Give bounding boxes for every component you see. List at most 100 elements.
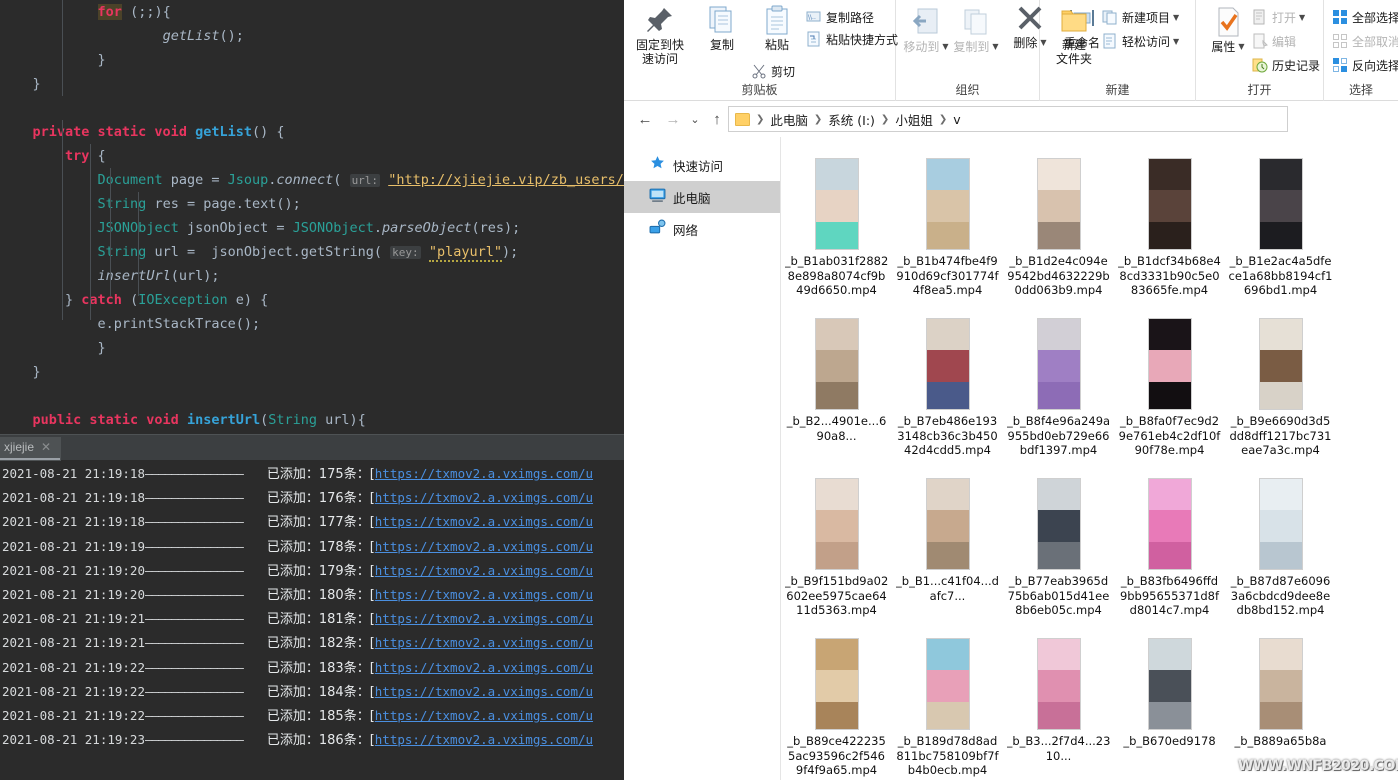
ribbon-button-select-none[interactable]: 全部取消	[1332, 32, 1398, 52]
file-tile[interactable]: _b_B1e2ac4a5dfece1a68bb8194cf1696bd1.mp4	[1225, 154, 1336, 314]
log-url-link[interactable]: https://txmov2.a.vximgs.com/u	[375, 587, 593, 602]
file-tile[interactable]: _b_B83fb6496ffd9bb95655371d8fd8014c7.mp4	[1114, 474, 1225, 634]
file-tile[interactable]: _b_B1dcf34b68e48cd3331b90c5e083665fe.mp4	[1114, 154, 1225, 314]
log-line: 2021-08-21 21:19:21———————————————已添加：18…	[0, 631, 624, 655]
code-token: (url);	[171, 268, 220, 284]
recent-locations-button[interactable]: ⌄	[684, 109, 706, 131]
log-url-link[interactable]: https://txmov2.a.vximgs.com/u	[375, 660, 593, 675]
up-button[interactable]: ↑	[706, 109, 728, 131]
file-tile[interactable]: _b_B189d78d8ad811bc758109bf7fb4b0ecb.mp4	[892, 634, 1003, 780]
explorer-body: 快速访问此电脑网络 _b_B1ab031f28828e898a8074cf9b4…	[624, 137, 1398, 780]
thumbnail-wrapper	[1009, 634, 1109, 730]
ribbon-button-invert-selection[interactable]: 反向选择	[1332, 56, 1398, 76]
log-message: 已添加：175条：[	[267, 467, 375, 482]
code-line: String res = page.text();	[0, 192, 624, 216]
log-url-link[interactable]: https://txmov2.a.vximgs.com/u	[375, 514, 593, 529]
ribbon-group-2: 新建新建文件夹新建项目▼轻松访问▼	[1040, 0, 1196, 101]
file-list-pane[interactable]: _b_B1ab031f28828e898a8074cf9b49d6650.mp4…	[781, 137, 1398, 780]
file-tile[interactable]: _b_B89ce4222355ac93596c2f5469f4f9a65.mp4	[781, 634, 892, 780]
log-url-link[interactable]: https://txmov2.a.vximgs.com/u	[375, 708, 593, 723]
breadcrumb-item[interactable]: 系统 (I:)	[825, 110, 878, 129]
file-name-label: _b_B1ab031f28828e898a8074cf9b49d6650.mp4	[785, 254, 889, 314]
log-url-link[interactable]: https://txmov2.a.vximgs.com/u	[375, 563, 593, 578]
nav-item-2[interactable]: 网络	[624, 213, 780, 245]
log-url-link[interactable]: https://txmov2.a.vximgs.com/u	[375, 611, 593, 626]
log-timestamp: 2021-08-21 21:19:20	[2, 563, 145, 578]
file-tile[interactable]: _b_B9e6690d3d5dd8dff1217bc731eae7a3c.mp4	[1225, 314, 1336, 474]
file-tile[interactable]: _b_B1...c41f04...dafc7...	[892, 474, 1003, 634]
video-thumbnail	[1037, 478, 1081, 570]
ribbon-button-select-all[interactable]: 全部选择	[1332, 8, 1398, 28]
file-tile[interactable]: _b_B1ab031f28828e898a8074cf9b49d6650.mp4	[781, 154, 892, 314]
file-tile[interactable]: _b_B7eb486e1933148cb36c3b45042d4cdd5.mp4	[892, 314, 1003, 474]
ribbon-button-paste-shortcut[interactable]: 粘贴快捷方式	[806, 30, 898, 50]
ribbon-button-move-to[interactable]: 移动到▼	[900, 6, 952, 54]
file-tile[interactable]: _b_B1d2e4c094e9542bd4632229b0dd063b9.mp4	[1003, 154, 1114, 314]
file-tile[interactable]: _b_B1b474fbe4f9910d69cf301774f4f8ea5.mp4	[892, 154, 1003, 314]
file-tile[interactable]: _b_B2...4901e...690a8...	[781, 314, 892, 474]
file-tile[interactable]: _b_B87d87e60963a6cbdcd9dee8edb8bd152.mp4	[1225, 474, 1336, 634]
ribbon-button-paste[interactable]: 粘贴	[751, 4, 803, 52]
log-url-link[interactable]: https://txmov2.a.vximgs.com/u	[375, 684, 593, 699]
ribbon-button-new-item[interactable]: 新建项目▼	[1102, 8, 1179, 28]
ribbon-button-copy-path[interactable]: \\..复制路径	[806, 8, 874, 28]
nav-item-0[interactable]: 快速访问	[624, 149, 780, 181]
console-output[interactable]: 2021-08-21 21:19:18 ——————————————— 已添加：17…	[0, 462, 624, 780]
ribbon-button-open[interactable]: 打开▼	[1252, 8, 1305, 28]
file-name-label: _b_B83fb6496ffd9bb95655371d8fd8014c7.mp4	[1118, 574, 1222, 634]
code-token: ();	[219, 28, 243, 44]
forward-button[interactable]: →	[662, 109, 684, 131]
new-item-icon	[1102, 9, 1118, 25]
log-message: 已添加：178条：[	[267, 540, 375, 555]
ribbon-button-easy-access[interactable]: 轻松访问▼	[1102, 32, 1179, 52]
thumbnail-wrapper	[787, 474, 887, 570]
ribbon-button-new-folder[interactable]: 新建文件夹	[1048, 4, 1100, 66]
nav-item-1[interactable]: 此电脑	[624, 181, 780, 213]
ribbon-button-cut[interactable]: 剪切	[751, 62, 795, 82]
log-message: 已添加：177条：[	[267, 515, 375, 530]
breadcrumb-item[interactable]: v	[950, 112, 963, 127]
log-url-link[interactable]: https://txmov2.a.vximgs.com/u	[375, 635, 593, 650]
file-tile[interactable]: _b_B77eab3965d75b6ab015d41ee8b6eb05c.mp4	[1003, 474, 1114, 634]
breadcrumb-item[interactable]: 小姐姐	[892, 110, 936, 129]
ribbon-button-copy-to[interactable]: 复制到▼	[950, 6, 1002, 54]
file-tile[interactable]: _b_B8f4e96a249a955bd0eb729e66bdf1397.mp4	[1003, 314, 1114, 474]
back-button[interactable]: ←	[634, 109, 656, 131]
ribbon-button-label: 固定到快速访问	[636, 38, 684, 66]
code-token: }	[33, 76, 41, 92]
log-timestamp: 2021-08-21 21:19:21	[2, 635, 145, 650]
log-url-link[interactable]: https://txmov2.a.vximgs.com/u	[375, 466, 593, 481]
file-name-label: _b_B889a65b8a	[1229, 734, 1333, 780]
ribbon-button-copy[interactable]: 复制	[696, 4, 748, 52]
log-url-link[interactable]: https://txmov2.a.vximgs.com/u	[375, 490, 593, 505]
log-timestamp: 2021-08-21 21:19:22	[2, 684, 145, 699]
file-tile[interactable]: _b_B9f151bd9a02602ee5975cae6411d5363.mp4	[781, 474, 892, 634]
file-tile[interactable]: _b_B670ed9178	[1114, 634, 1225, 780]
ribbon-button-edit[interactable]: 编辑	[1252, 32, 1296, 52]
thumbnail-wrapper	[1009, 474, 1109, 570]
thumbnail-wrapper	[1120, 634, 1220, 730]
code-token: }	[33, 364, 41, 380]
log-url-link[interactable]: https://txmov2.a.vximgs.com/u	[375, 732, 593, 747]
file-tile[interactable]: _b_B3...2f7d4...2310...	[1003, 634, 1114, 780]
ribbon-button-label: 新建文件夹	[1056, 38, 1092, 66]
breadcrumb[interactable]: ❯此电脑❯系统 (I:)❯小姐姐❯v	[728, 106, 1288, 132]
code-token: .	[374, 220, 382, 236]
ribbon-button-properties[interactable]: 属性▼	[1202, 6, 1254, 54]
log-separator: ———————————————	[145, 684, 243, 699]
ribbon-button-label: 移动到▼	[903, 40, 948, 54]
copy-path-icon: \\..	[806, 9, 822, 25]
log-url-link[interactable]: https://txmov2.a.vximgs.com/u	[375, 539, 593, 554]
ribbon-button-pin[interactable]: 固定到快速访问	[634, 4, 686, 66]
file-tile[interactable]: _b_B889a65b8a	[1225, 634, 1336, 780]
close-icon[interactable]: ✕	[41, 440, 51, 454]
code-editor[interactable]: for (;;){ getList(); } } private static …	[0, 0, 624, 434]
ribbon-button-history[interactable]: 历史记录	[1252, 56, 1320, 76]
log-timestamp: 2021-08-21 21:19:18	[2, 466, 145, 481]
breadcrumb-item[interactable]: 此电脑	[767, 110, 811, 129]
file-tile[interactable]: _b_B8fa0f7ec9d29e761eb4c2df10f90f78e.mp4	[1114, 314, 1225, 474]
log-separator: ———————————————	[145, 514, 243, 529]
code-line: String url = jsonObject.getString( key: …	[0, 240, 624, 264]
ribbon-button-label: 剪切	[771, 65, 795, 79]
code-token: insertUrl	[98, 268, 171, 284]
